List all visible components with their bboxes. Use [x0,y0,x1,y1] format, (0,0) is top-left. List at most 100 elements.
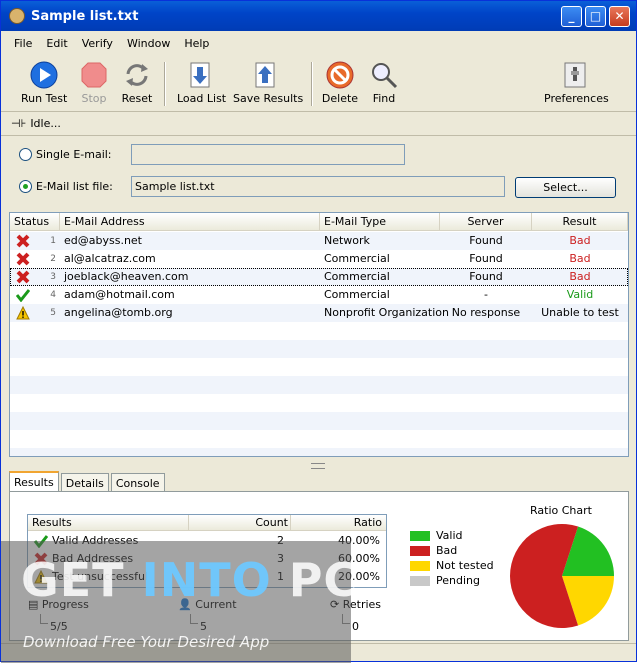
single-email-radio[interactable]: Single E-mail: [19,148,112,161]
col-server[interactable]: Server [440,213,532,231]
tab-console[interactable]: Console [110,473,165,492]
results-col-ratio: Ratio [290,515,382,531]
col-type[interactable]: E-Mail Type [320,213,440,231]
table-row[interactable]: 2 al@alcatraz.com Commercial Found Bad [10,250,628,268]
email-cell: joeblack@heaven.com [64,270,189,283]
tab-details[interactable]: Details [60,473,109,492]
result-cell: Bad [569,252,591,265]
server-cell: Found [469,270,503,283]
type-cell: Commercial [324,270,390,283]
table-row[interactable] [10,322,628,340]
tab-results[interactable]: Results [9,471,59,492]
table-row[interactable] [10,394,628,412]
results-label: Valid Addresses [52,534,139,547]
title-bar[interactable]: Sample list.txt _ □ ✕ [1,1,636,31]
email-list-label: E-Mail list file: [36,180,113,193]
results-col-label: Results [32,516,72,529]
result-cell: Bad [569,270,591,283]
load-icon [185,60,215,90]
legend-valid: Valid [410,528,494,543]
table-header: Status E-Mail Address E-Mail Type Server… [10,213,628,231]
legend-pending: Pending [410,573,494,588]
reset-button[interactable]: Reset [119,60,155,105]
row-number: 5 [50,308,56,318]
load-list-button[interactable]: Load List [177,60,226,105]
maximize-button[interactable]: □ [585,6,606,27]
run-test-button[interactable]: Run Test [21,60,67,105]
email-list-radio[interactable]: E-Mail list file: [19,180,113,193]
table-row[interactable] [10,448,628,456]
results-col-count: Count [188,515,288,531]
stop-icon [79,60,109,90]
refresh-icon [122,60,152,90]
col-result[interactable]: Result [532,213,628,231]
delete-button[interactable]: Delete [321,60,359,105]
col-email[interactable]: E-Mail Address [60,213,320,231]
menu-window[interactable]: Window [120,37,177,50]
radio-checked-icon [19,180,32,193]
server-cell: Found [469,252,503,265]
table-row[interactable] [10,430,628,448]
play-icon [29,60,59,90]
tab-bar: Results Details Console [9,471,167,492]
radio-unchecked-icon [19,148,32,161]
minimize-button[interactable]: _ [561,6,582,27]
result-cell: Bad [569,234,591,247]
col-status[interactable]: Status [10,213,60,231]
email-list-file-field[interactable]: Sample list.txt [131,176,505,197]
legend-not-tested: Not tested [410,558,494,573]
window-title: Sample list.txt [31,8,139,24]
legend-bad: Bad [410,543,494,558]
type-cell: Nonprofit Organization [324,306,449,319]
splitter-handle[interactable] [1,461,636,469]
menu-bar: File Edit Verify Window Help [1,33,636,53]
email-table: Status E-Mail Address E-Mail Type Server… [9,212,629,457]
result-cell: Unable to test [541,306,619,319]
toolbar: Run Test Stop Reset Load List Save Resul… [1,56,636,112]
select-button[interactable]: Select... [515,177,616,198]
chart-title: Ratio Chart [530,504,592,517]
table-row[interactable] [10,412,628,430]
server-cell: - [484,288,488,301]
single-email-label: Single E-mail: [36,148,112,161]
table-row[interactable]: 5 angelina@tomb.org Nonprofit Organization… [10,304,628,322]
menu-verify[interactable]: Verify [75,37,120,50]
result-cell: Valid [566,288,594,301]
server-cell: No response [451,306,521,319]
save-results-button[interactable]: Save Results [233,60,303,105]
toolbar-separator [164,62,166,106]
find-button[interactable]: Find [369,60,399,105]
app-icon [9,8,25,24]
email-cell: al@alcatraz.com [64,252,156,265]
table-row[interactable]: 1 ed@abyss.net Network Found Bad [10,232,628,250]
menu-help[interactable]: Help [177,37,216,50]
server-cell: Found [469,234,503,247]
close-button[interactable]: ✕ [609,6,630,27]
table-row[interactable]: 3 joeblack@heaven.com Commercial Found Bad [10,268,628,286]
stop-button[interactable]: Stop [77,60,111,105]
watermark-logo: GET INTO PC [21,553,359,607]
checkmark-icon [33,534,49,550]
single-email-field[interactable] [131,144,405,165]
menu-file[interactable]: File [7,37,39,50]
delete-icon [325,60,355,90]
input-form: Single E-mail: E-Mail list file: Sample … [1,135,636,209]
watermark-tagline: Download Free Your Desired App [23,633,270,651]
preferences-button[interactable]: Preferences [544,60,609,105]
row-number: 1 [50,236,56,246]
table-row[interactable] [10,376,628,394]
table-row[interactable]: 4 adam@hotmail.com Commercial - Valid [10,286,628,304]
results-ratio: 40.00% [338,534,380,547]
type-cell: Commercial [324,252,390,265]
email-cell: ed@abyss.net [64,234,142,247]
status-text: Idle... [30,116,61,130]
table-row[interactable] [10,340,628,358]
results-count: 2 [277,534,284,547]
chart-legend: Valid Bad Not tested Pending [410,528,494,588]
type-cell: Commercial [324,288,390,301]
table-row[interactable] [10,358,628,376]
menu-edit[interactable]: Edit [39,37,74,50]
type-cell: Network [324,234,370,247]
magnifier-icon [369,60,399,90]
progress-value: 5/5 [50,620,68,633]
